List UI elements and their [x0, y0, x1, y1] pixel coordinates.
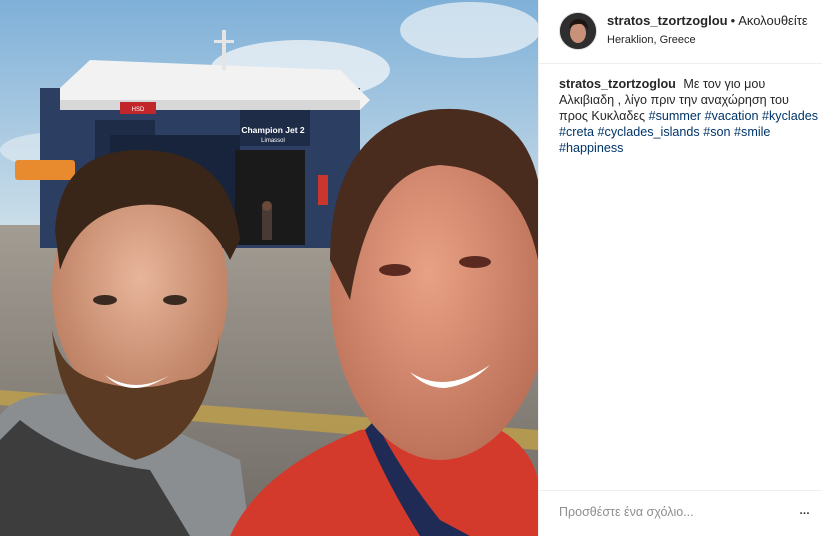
hashtag-link[interactable]: #kyclades [762, 109, 818, 123]
post-caption: stratos_tzortzoglou Με τον γιο μου Αλκιβ… [559, 76, 821, 156]
post-photo[interactable]: HSD Champion Jet 2 Limassol [0, 0, 538, 536]
hashtag-link[interactable]: #smile [734, 125, 770, 139]
hashtag-link[interactable]: #cyclades_islands [598, 125, 700, 139]
comment-input[interactable] [559, 501, 769, 523]
username-link[interactable]: stratos_tzortzoglou [607, 13, 728, 28]
post-header: stratos_tzortzoglou • Ακολουθείτε Heraklio… [539, 0, 822, 64]
more-options-icon[interactable]: ... [793, 502, 815, 521]
post-side-panel: stratos_tzortzoglou • Ακολουθείτε Heraklio… [538, 0, 822, 536]
hashtag-link[interactable]: #summer [649, 109, 701, 123]
ship-port: Limassol [261, 138, 285, 144]
comment-bar: ... [539, 490, 822, 536]
hashtag-link[interactable]: #son [703, 125, 730, 139]
ship-name: Champion Jet 2 [241, 125, 305, 135]
hashtag-link[interactable]: #happiness [559, 141, 623, 155]
hashtag-link[interactable]: #creta [559, 125, 594, 139]
ship-sign: HSD [132, 107, 145, 113]
avatar[interactable] [559, 12, 597, 50]
user-line: stratos_tzortzoglou • Ακολουθείτε [607, 13, 808, 28]
separator-dot: • [730, 13, 736, 28]
avatar-image [560, 13, 596, 49]
hashtag-link[interactable]: #vacation [705, 109, 759, 123]
location-link[interactable]: Heraklion, Greece [607, 34, 696, 46]
selfie-image: HSD Champion Jet 2 Limassol [0, 0, 538, 536]
follow-status-button[interactable]: Ακολουθείτε [738, 13, 807, 28]
caption-username-link[interactable]: stratos_tzortzoglou [559, 77, 676, 91]
